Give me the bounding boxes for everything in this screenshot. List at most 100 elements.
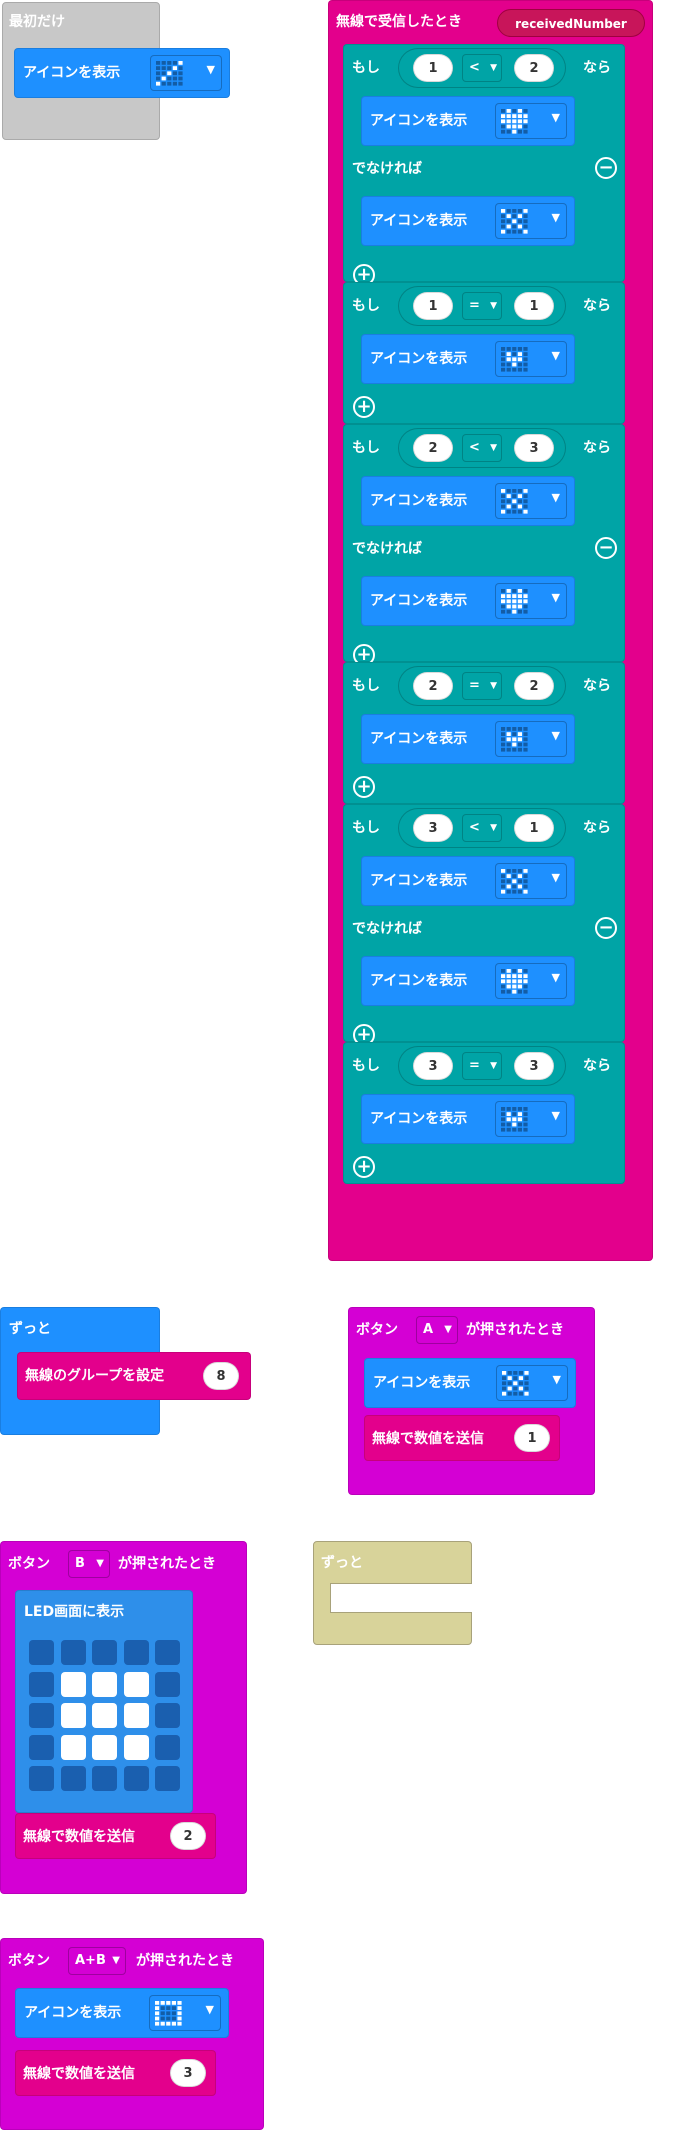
- led-cell[interactable]: [29, 1671, 54, 1697]
- group-pill[interactable]: 8: [203, 1362, 239, 1390]
- received-number-variable[interactable]: receivedNumber: [497, 9, 645, 37]
- else-label: でなければ: [352, 541, 422, 557]
- button-dropdown[interactable]: B ▼: [68, 1550, 110, 1578]
- led-cell[interactable]: [92, 1766, 118, 1792]
- show-icon-label: アイコンを表示: [23, 65, 121, 81]
- led-cell[interactable]: [123, 1671, 149, 1697]
- dropdown-arrow-icon: ▼: [551, 729, 560, 742]
- button-prefix: ボタン: [8, 1556, 50, 1572]
- icon-selector[interactable]: ▼: [495, 341, 567, 377]
- operator-dropdown[interactable]: < ▼: [462, 434, 502, 462]
- right-operand[interactable]: 2: [514, 672, 554, 700]
- led-cell[interactable]: [123, 1734, 149, 1760]
- plus-icon[interactable]: +: [353, 776, 375, 798]
- left-operand[interactable]: 1: [413, 54, 453, 82]
- led-cell[interactable]: [60, 1671, 86, 1697]
- led-cell[interactable]: [123, 1703, 149, 1729]
- send-number-label: 無線で数値を送信: [23, 2066, 135, 2082]
- led-cell[interactable]: [123, 1640, 149, 1665]
- led-cell[interactable]: [92, 1671, 118, 1697]
- minus-icon[interactable]: −: [595, 537, 617, 559]
- icon-selector[interactable]: ▼: [150, 55, 222, 91]
- operator-dropdown[interactable]: < ▼: [462, 54, 502, 82]
- icon-selector[interactable]: ▼: [495, 721, 567, 757]
- dropdown-arrow-icon: ▼: [490, 1061, 497, 1071]
- icon-selector[interactable]: ▼: [495, 963, 567, 999]
- operator-dropdown[interactable]: = ▼: [462, 1052, 502, 1080]
- value-pill[interactable]: 3: [170, 2059, 206, 2087]
- show-icon-label: アイコンを表示: [370, 113, 468, 129]
- right-operand[interactable]: 3: [514, 434, 554, 462]
- button-name: A+B: [75, 1953, 106, 1968]
- left-operand[interactable]: 1: [413, 292, 453, 320]
- led-cell[interactable]: [155, 1640, 181, 1665]
- led-cell[interactable]: [60, 1640, 86, 1665]
- plus-icon[interactable]: +: [353, 396, 375, 418]
- icon-selector[interactable]: ▼: [495, 583, 567, 619]
- show-icon-label: アイコンを表示: [370, 351, 468, 367]
- led-cell[interactable]: [92, 1640, 118, 1665]
- led-cell[interactable]: [60, 1766, 86, 1792]
- led-cell[interactable]: [155, 1734, 181, 1760]
- minus-icon[interactable]: −: [595, 917, 617, 939]
- led-cell[interactable]: [29, 1766, 54, 1792]
- icon-selector[interactable]: ▼: [495, 103, 567, 139]
- led-cell[interactable]: [155, 1671, 181, 1697]
- then-label: なら: [583, 60, 611, 76]
- operator-dropdown[interactable]: < ▼: [462, 814, 502, 842]
- led-cell[interactable]: [155, 1766, 181, 1792]
- operator-dropdown[interactable]: = ▼: [462, 292, 502, 320]
- button-dropdown[interactable]: A+B ▼: [68, 1947, 126, 1975]
- dropdown-arrow-icon: ▼: [551, 591, 560, 604]
- right-operand[interactable]: 2: [514, 54, 554, 82]
- if-label: もし: [352, 440, 380, 456]
- right-operand[interactable]: 1: [514, 814, 554, 842]
- led-cell[interactable]: [29, 1703, 54, 1729]
- show-leds-label: LED画面に表示: [24, 1604, 125, 1620]
- icon-selector[interactable]: ▼: [496, 1365, 568, 1401]
- value-pill[interactable]: 1: [514, 1424, 550, 1452]
- plus-icon[interactable]: +: [353, 1156, 375, 1178]
- x-icon: [501, 209, 528, 234]
- value-pill[interactable]: 2: [170, 1822, 206, 1850]
- left-operand[interactable]: 2: [413, 672, 453, 700]
- button-suffix: が押されたとき: [118, 1556, 216, 1572]
- minus-icon[interactable]: −: [595, 157, 617, 179]
- led-cell[interactable]: [60, 1703, 86, 1729]
- show-icon-label: アイコンを表示: [373, 1375, 471, 1391]
- icon-selector[interactable]: ▼: [495, 483, 567, 519]
- operator-dropdown[interactable]: = ▼: [462, 672, 502, 700]
- icon-selector[interactable]: ▼: [495, 863, 567, 899]
- led-cell[interactable]: [155, 1703, 181, 1729]
- left-operand[interactable]: 2: [413, 434, 453, 462]
- led-cell[interactable]: [60, 1734, 86, 1760]
- led-cell[interactable]: [29, 1640, 54, 1665]
- show-icon-label: アイコンを表示: [370, 973, 468, 989]
- led-cell[interactable]: [29, 1734, 54, 1760]
- right-operand[interactable]: 3: [514, 1052, 554, 1080]
- button-dropdown[interactable]: A ▼: [416, 1316, 458, 1344]
- show-icon-label: アイコンを表示: [24, 2005, 122, 2021]
- operator-label: <: [469, 820, 480, 835]
- show-icon-label: アイコンを表示: [370, 493, 468, 509]
- led-cell[interactable]: [123, 1766, 149, 1792]
- forever-label: ずっと: [321, 1555, 363, 1571]
- left-operand[interactable]: 3: [413, 1052, 453, 1080]
- show-icon-label: アイコンを表示: [370, 731, 468, 747]
- right-operand[interactable]: 1: [514, 292, 554, 320]
- else-label: でなければ: [352, 921, 422, 937]
- dropdown-arrow-icon: ▼: [551, 111, 560, 124]
- led-cell[interactable]: [92, 1734, 118, 1760]
- else-label: でなければ: [352, 161, 422, 177]
- operator-label: <: [469, 60, 480, 75]
- led-cell[interactable]: [92, 1703, 118, 1729]
- icon-selector[interactable]: ▼: [495, 1101, 567, 1137]
- led-grid[interactable]: [29, 1640, 189, 1800]
- icon-selector[interactable]: ▼: [495, 203, 567, 239]
- then-label: なら: [583, 820, 611, 836]
- dropdown-arrow-icon: ▼: [552, 1373, 561, 1386]
- left-operand[interactable]: 3: [413, 814, 453, 842]
- icon-selector[interactable]: ▼: [149, 1995, 221, 2031]
- heart-icon: [501, 969, 528, 994]
- dropdown-arrow-icon: ▼: [551, 971, 560, 984]
